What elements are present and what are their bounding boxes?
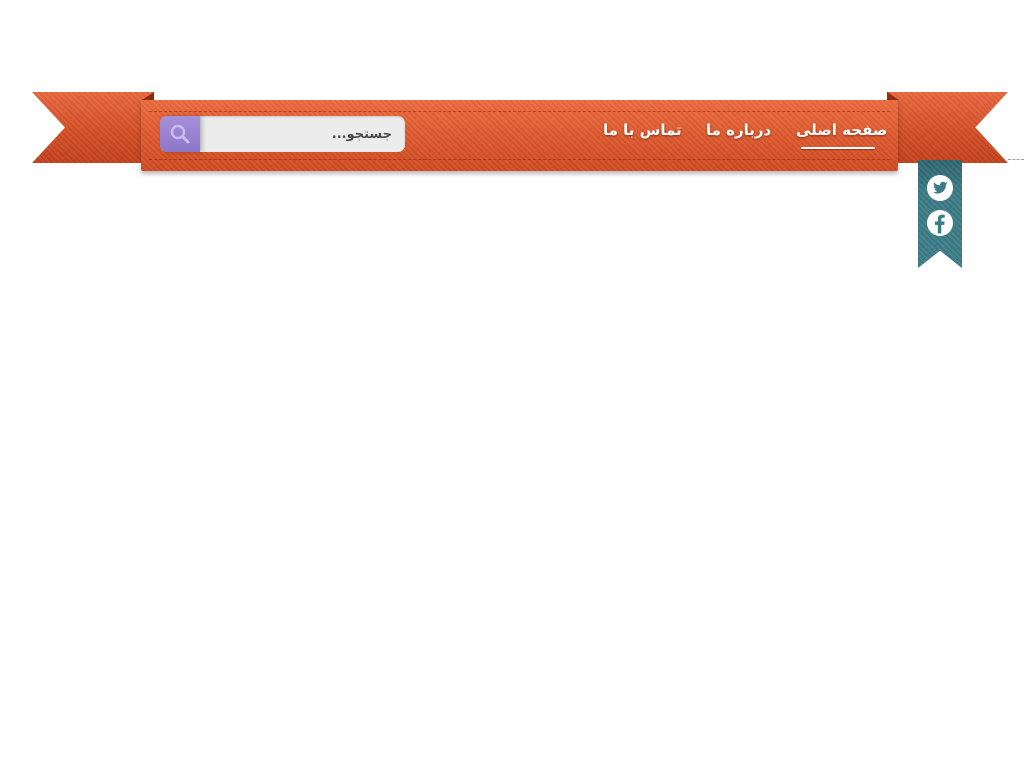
search-icon bbox=[170, 124, 190, 144]
facebook-icon bbox=[927, 210, 953, 236]
nav-item-home[interactable]: صفحه اصلی bbox=[796, 121, 887, 139]
page: صفحه اصلی درباره ما تماس با ما bbox=[0, 0, 1024, 768]
twitter-icon bbox=[927, 175, 953, 201]
ribbon-tail-right bbox=[887, 92, 1008, 163]
ribbon-tail-left bbox=[32, 92, 154, 163]
stitch-top bbox=[149, 111, 890, 112]
nav-item-contact[interactable]: تماس با ما bbox=[603, 121, 682, 139]
active-nav-underline bbox=[801, 147, 875, 149]
dashed-divider bbox=[1008, 159, 1024, 160]
search-button[interactable] bbox=[160, 116, 200, 152]
nav-item-about[interactable]: درباره ما bbox=[706, 121, 771, 139]
search-input[interactable] bbox=[200, 116, 392, 152]
facebook-button[interactable] bbox=[926, 209, 954, 237]
stitch-bottom bbox=[149, 159, 890, 160]
search-box bbox=[160, 116, 405, 152]
twitter-button[interactable] bbox=[926, 174, 954, 202]
